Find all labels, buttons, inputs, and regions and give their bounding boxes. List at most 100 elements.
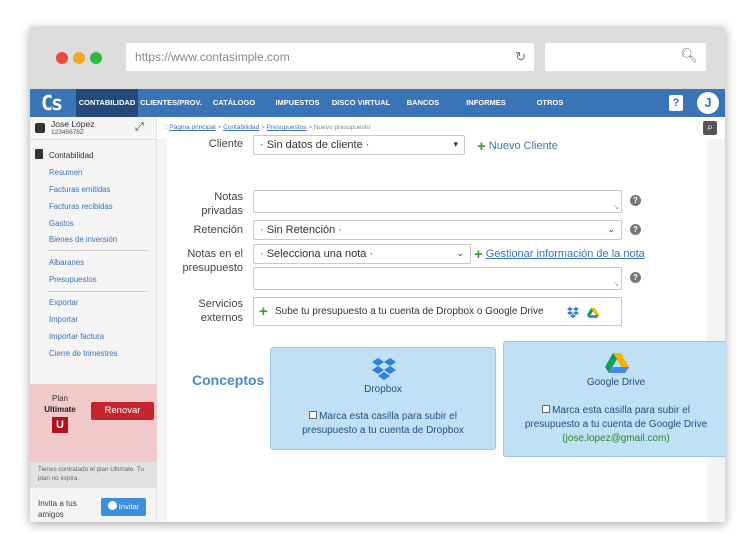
external-services-box[interactable]: + Sube tu presupuesto a tu cuenta de Dro…	[253, 297, 622, 326]
nav-item-disco-virtual[interactable]: DISCO VIRTUAL	[330, 89, 392, 117]
google-drive-checkbox-label[interactable]: Marca esta casilla para subir el presupu…	[514, 404, 718, 446]
cliente-label: Cliente	[208, 138, 243, 150]
nav-item-clientes[interactable]: CLIENTES/PROV.	[140, 89, 202, 117]
breadcrumb-contabilidad[interactable]: Contabilidad	[223, 124, 259, 131]
sidebar-item-importar[interactable]: Importar	[49, 315, 78, 324]
plan-note: Tienes contratado el plan Ultimate. Tu p…	[30, 462, 157, 488]
dropbox-checkbox-label[interactable]: Marca esta casilla para subir el presupu…	[281, 410, 485, 438]
sidebar-item-facturas-recibidas[interactable]: Facturas recibidas	[49, 202, 113, 211]
sidebar-item-cierre-trimestres[interactable]: Cierre de trimestres	[49, 349, 117, 358]
plus-icon: +	[474, 246, 483, 263]
cliente-select[interactable]: · Sin datos de cliente · ▾	[253, 135, 465, 155]
app-logo[interactable]: Cs	[30, 89, 72, 117]
google-drive-card[interactable]: Google Drive Marca esta casilla para sub…	[503, 341, 725, 457]
nuevo-cliente-label: Nuevo Cliente	[488, 140, 558, 152]
sidebar-item-resumen[interactable]: Resumen	[49, 168, 82, 177]
chevron-down-icon: ▾	[453, 139, 458, 149]
google-drive-icon	[587, 308, 599, 318]
help-icon[interactable]: ?	[630, 272, 641, 283]
user-name: Jose López	[51, 119, 95, 129]
dropbox-card-text: Marca esta casilla para subir el presupu…	[302, 411, 464, 436]
search-icon[interactable]: ⌕	[703, 121, 717, 135]
dropbox-icon	[567, 307, 579, 318]
sidebar-item-facturas-emitidas[interactable]: Facturas emitidas	[49, 185, 111, 194]
user-avatar[interactable]: J	[697, 92, 719, 114]
user-card-icon	[35, 123, 45, 133]
invite-button-label: Invitar	[118, 502, 140, 511]
gestionar-nota-link[interactable]: + Gestionar información de la nota	[474, 246, 645, 263]
dropbox-checkbox[interactable]	[309, 411, 318, 419]
collapse-sidebar-icon[interactable]: ⤢	[135, 121, 144, 134]
plan-name: Ultimate	[44, 405, 76, 414]
address-bar[interactable]: https://www.contasimple.com ↻	[126, 43, 534, 71]
external-services-or: o	[474, 306, 486, 317]
nav-item-otros[interactable]: OTROS	[530, 89, 570, 117]
plus-icon: +	[259, 303, 268, 320]
retencion-select[interactable]: · Sin Retención · ⌄	[253, 220, 622, 240]
browser-search-box[interactable]: 🔍︎	[545, 43, 706, 71]
google-drive-email: (jose.lopez@gmail.com)	[562, 433, 670, 444]
invite-button[interactable]: Invitar	[101, 498, 146, 516]
sidebar-divider	[48, 250, 148, 251]
help-button[interactable]: ?	[669, 95, 683, 111]
external-services-gdrive: Google Drive	[485, 306, 544, 317]
breadcrumb-presupuestos[interactable]: Presupuestos	[267, 124, 307, 131]
help-icon[interactable]: ?	[630, 224, 641, 235]
sidebar-item-importar-factura[interactable]: Importar factura	[49, 332, 104, 341]
maximize-window-button[interactable]	[90, 52, 102, 64]
sidebar-item-gastos[interactable]: Gastos	[49, 219, 74, 228]
section-heading-contabilidad: Contabilidad	[35, 149, 93, 160]
close-window-button[interactable]	[56, 52, 68, 64]
help-icon[interactable]: ?	[630, 195, 641, 206]
external-services-dropbox: Dropbox	[436, 306, 475, 317]
browser-window: https://www.contasimple.com ↻ 🔍︎ Cs CONT…	[30, 27, 725, 522]
invite-text: Invita a tus amigos	[38, 499, 77, 519]
notas-privadas-textarea[interactable]: ↘	[253, 190, 622, 213]
browser-chrome: https://www.contasimple.com ↻ 🔍︎	[30, 27, 725, 89]
sidebar: Jose López 12345678Z ⤢ Contabilidad Resu…	[30, 117, 157, 522]
user-box: Jose López 12345678Z ⤢	[30, 117, 157, 140]
google-drive-card-text: Marca esta casilla para subir el presupu…	[524, 405, 708, 430]
plan-box: Plan Ultimate U Renovar	[30, 384, 157, 462]
dropbox-icon	[372, 358, 396, 380]
nuevo-cliente-button[interactable]: + Nuevo Cliente	[477, 138, 558, 155]
nav-item-catalogo[interactable]: CATÁLOGO	[208, 89, 260, 117]
gestionar-nota-label: Gestionar información de la nota	[485, 248, 645, 260]
resize-handle-icon[interactable]: ↘	[613, 280, 619, 288]
chevron-down-icon: ⌄	[607, 224, 615, 234]
sidebar-divider	[48, 291, 148, 292]
main-area: Cliente · Sin datos de cliente · ▾ + Nuev…	[157, 135, 725, 522]
sidebar-item-exportar[interactable]: Exportar	[49, 298, 78, 307]
nav-item-contabilidad[interactable]: CONTABILIDAD	[76, 89, 138, 117]
breadcrumb-current: Nuevo presupuesto	[313, 124, 371, 131]
chevron-down-icon: ⌄	[456, 248, 464, 258]
retencion-select-value: · Sin Retención ·	[260, 224, 342, 236]
notas-presupuesto-label: Notas en el presupuesto	[182, 248, 243, 274]
breadcrumb: :: Página principal > Contabilidad > Pre…	[164, 124, 371, 131]
reload-icon[interactable]: ↻	[515, 49, 526, 65]
section-heading-label: Contabilidad	[49, 151, 94, 160]
breadcrumb-home[interactable]: Página principal	[169, 124, 215, 131]
sidebar-item-albaranes[interactable]: Albaranes	[49, 258, 84, 267]
dropbox-card-title: Dropbox	[364, 384, 402, 395]
nota-select[interactable]: · Selecciona una nota · ⌄	[253, 244, 471, 264]
plan-label: Plan	[51, 394, 68, 403]
external-services-text: Sube tu presupuesto a tu cuenta de Dropb…	[275, 306, 544, 317]
globe-icon	[107, 501, 117, 510]
document-icon	[35, 149, 43, 159]
nav-item-bancos[interactable]: BANCOS	[402, 89, 444, 117]
google-drive-checkbox[interactable]	[542, 405, 551, 413]
plus-icon: +	[477, 138, 486, 155]
nav-item-impuestos[interactable]: IMPUESTOS	[270, 89, 325, 117]
dropbox-card[interactable]: Dropbox Marca esta casilla para subir el…	[270, 347, 496, 450]
nav-item-informes[interactable]: INFORMES	[462, 89, 510, 117]
nota-presupuesto-textarea[interactable]: ↘	[253, 267, 622, 290]
google-drive-card-title: Google Drive	[586, 377, 646, 388]
budget-form: Cliente · Sin datos de cliente · ▾ + Nuev…	[167, 135, 725, 522]
minimize-window-button[interactable]	[73, 52, 85, 64]
resize-handle-icon[interactable]: ↘	[613, 203, 619, 211]
conceptos-heading: Conceptos	[192, 372, 265, 388]
renew-button[interactable]: Renovar	[91, 402, 154, 420]
sidebar-item-presupuestos[interactable]: Presupuestos	[49, 275, 97, 284]
sidebar-item-bienes-inversion[interactable]: Bienes de inversión	[49, 235, 117, 244]
